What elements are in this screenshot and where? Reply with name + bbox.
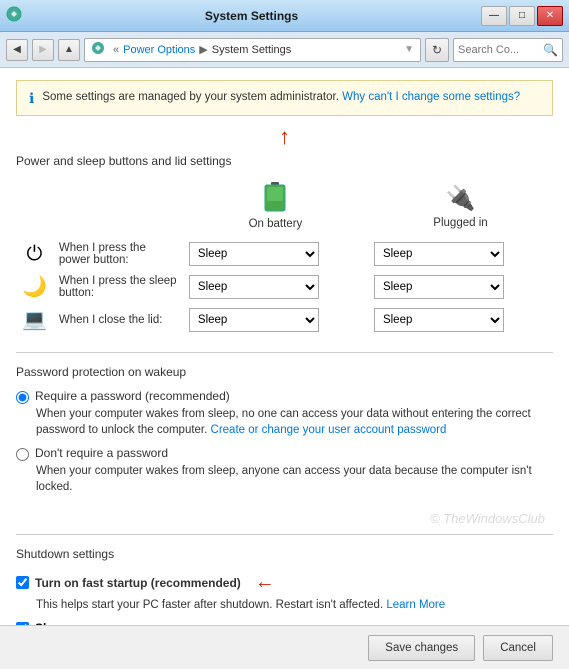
no-password-title: Don't require a password bbox=[35, 446, 168, 460]
bottom-bar: Save changes Cancel bbox=[0, 625, 569, 669]
require-password-radio[interactable] bbox=[16, 391, 29, 404]
warning-link[interactable]: Why can't I change some settings? bbox=[342, 91, 520, 103]
window-controls: — □ ✕ bbox=[481, 6, 563, 26]
warning-banner: ℹ Some settings are managed by your syst… bbox=[16, 80, 553, 116]
breadcrumb-power-options[interactable]: Power Options bbox=[123, 44, 195, 56]
refresh-button[interactable]: ↻ bbox=[425, 38, 449, 62]
plugged-column-header: 🔌 Plugged in bbox=[376, 184, 545, 229]
power-button-label: When I press the power button: bbox=[53, 238, 183, 270]
red-arrow-up-icon: ↑ bbox=[279, 124, 290, 149]
lid-label: When I close the lid: bbox=[53, 303, 183, 336]
lid-close-row: 💻 When I close the lid: SleepHibernateSh… bbox=[16, 303, 553, 336]
fast-startup-checkbox[interactable] bbox=[16, 576, 29, 589]
content-area: ℹ Some settings are managed by your syst… bbox=[0, 68, 569, 669]
power-sleep-header: Power and sleep buttons and lid settings bbox=[16, 154, 553, 168]
plugin-icon: 🔌 bbox=[446, 184, 476, 213]
require-password-label[interactable]: Require a password (recommended) bbox=[16, 389, 553, 404]
no-password-label[interactable]: Don't require a password bbox=[16, 446, 553, 461]
forward-icon: ▶ bbox=[39, 44, 47, 55]
battery-label: On battery bbox=[249, 218, 303, 230]
address-bar: ◀ ▶ ▲ « Power Options ▶ System Settings … bbox=[0, 32, 569, 68]
address-path: « Power Options ▶ System Settings ▼ bbox=[84, 38, 421, 62]
lid-plugged-select[interactable]: SleepHibernateShut downDo nothing bbox=[374, 308, 504, 332]
power-button-row: ⏻ When I press the power button: SleepHi… bbox=[16, 238, 553, 270]
sleep-button-row: 🌙 When I press the sleep button: SleepHi… bbox=[16, 270, 553, 303]
power-button-plugged-select[interactable]: SleepHibernateShut downDo nothing bbox=[374, 242, 504, 266]
back-button[interactable]: ◀ bbox=[6, 39, 28, 61]
warning-text: Some settings are managed by your system… bbox=[42, 89, 520, 105]
battery-column-header: On battery bbox=[191, 182, 360, 230]
power-button-battery-select[interactable]: SleepHibernateShut downDo nothing bbox=[189, 242, 319, 266]
forward-button[interactable]: ▶ bbox=[32, 39, 54, 61]
divider-2 bbox=[16, 534, 553, 535]
refresh-icon: ↻ bbox=[432, 43, 442, 57]
cancel-button[interactable]: Cancel bbox=[483, 635, 553, 661]
password-section-header: Password protection on wakeup bbox=[16, 365, 553, 379]
fast-startup-label[interactable]: Turn on fast startup (recommended) ← bbox=[16, 571, 553, 594]
info-icon: ℹ bbox=[29, 90, 34, 107]
lid-battery-select[interactable]: SleepHibernateShut downDo nothing bbox=[189, 308, 319, 332]
search-icon[interactable]: 🔍 bbox=[543, 43, 558, 57]
sleep-button-plugged-select[interactable]: SleepHibernateShut downDo nothing bbox=[374, 275, 504, 299]
title-bar: System Settings — □ ✕ bbox=[0, 0, 569, 32]
maximize-button[interactable]: □ bbox=[509, 6, 535, 26]
breadcrumb-arrow: ▶ bbox=[199, 43, 207, 56]
power-table: On battery 🔌 Plugged in bbox=[16, 178, 553, 336]
learn-more-link[interactable]: Learn More bbox=[386, 599, 445, 611]
sleep-button-icon: 🌙 bbox=[22, 276, 47, 298]
scroll-container[interactable]: ℹ Some settings are managed by your syst… bbox=[0, 68, 569, 625]
up-icon: ▲ bbox=[64, 44, 74, 55]
close-button[interactable]: ✕ bbox=[537, 6, 563, 26]
fast-startup-desc: This helps start your PC faster after sh… bbox=[36, 597, 553, 613]
back-icon: ◀ bbox=[13, 44, 21, 55]
window-title: System Settings bbox=[22, 9, 481, 23]
battery-icon bbox=[264, 182, 286, 214]
warning-message: Some settings are managed by your system… bbox=[42, 91, 339, 103]
shutdown-section: Shutdown settings Turn on fast startup (… bbox=[16, 547, 553, 625]
power-button-icon: ⏻ bbox=[27, 243, 43, 265]
fast-startup-option: Turn on fast startup (recommended) ← Thi… bbox=[16, 571, 553, 613]
up-button[interactable]: ▲ bbox=[58, 39, 80, 61]
breadcrumb-separator: « bbox=[113, 44, 119, 56]
change-password-link[interactable]: Create or change your user account passw… bbox=[211, 424, 447, 436]
minimize-button[interactable]: — bbox=[481, 6, 507, 26]
search-box: 🔍 bbox=[453, 38, 563, 62]
search-input[interactable] bbox=[458, 44, 543, 56]
app-icon bbox=[6, 6, 22, 25]
breadcrumb-current: System Settings bbox=[212, 44, 291, 56]
save-changes-button[interactable]: Save changes bbox=[368, 635, 475, 661]
require-password-title: Require a password (recommended) bbox=[35, 389, 230, 403]
no-password-option: Don't require a password When your compu… bbox=[16, 446, 553, 495]
divider-1 bbox=[16, 352, 553, 353]
lid-icon: 💻 bbox=[22, 309, 47, 331]
require-password-desc: When your computer wakes from sleep, no … bbox=[36, 406, 553, 438]
sleep-button-label: When I press the sleep button: bbox=[53, 270, 183, 303]
password-section: Password protection on wakeup Require a … bbox=[16, 365, 553, 495]
no-password-radio[interactable] bbox=[16, 448, 29, 461]
sleep-button-battery-select[interactable]: SleepHibernateShut downDo nothing bbox=[189, 275, 319, 299]
annotation-arrow-up: ↑ bbox=[16, 124, 553, 150]
no-password-desc: When your computer wakes from sleep, any… bbox=[36, 463, 553, 495]
require-password-option: Require a password (recommended) When yo… bbox=[16, 389, 553, 438]
power-sleep-section: Power and sleep buttons and lid settings bbox=[16, 154, 553, 336]
breadcrumb-icon bbox=[91, 41, 105, 58]
shutdown-header: Shutdown settings bbox=[16, 547, 553, 561]
fast-startup-title: Turn on fast startup (recommended) bbox=[35, 576, 241, 590]
watermark: © TheWindowsClub bbox=[16, 511, 553, 526]
red-arrow-right-icon: ← bbox=[255, 571, 275, 594]
plugged-label: Plugged in bbox=[433, 217, 487, 229]
